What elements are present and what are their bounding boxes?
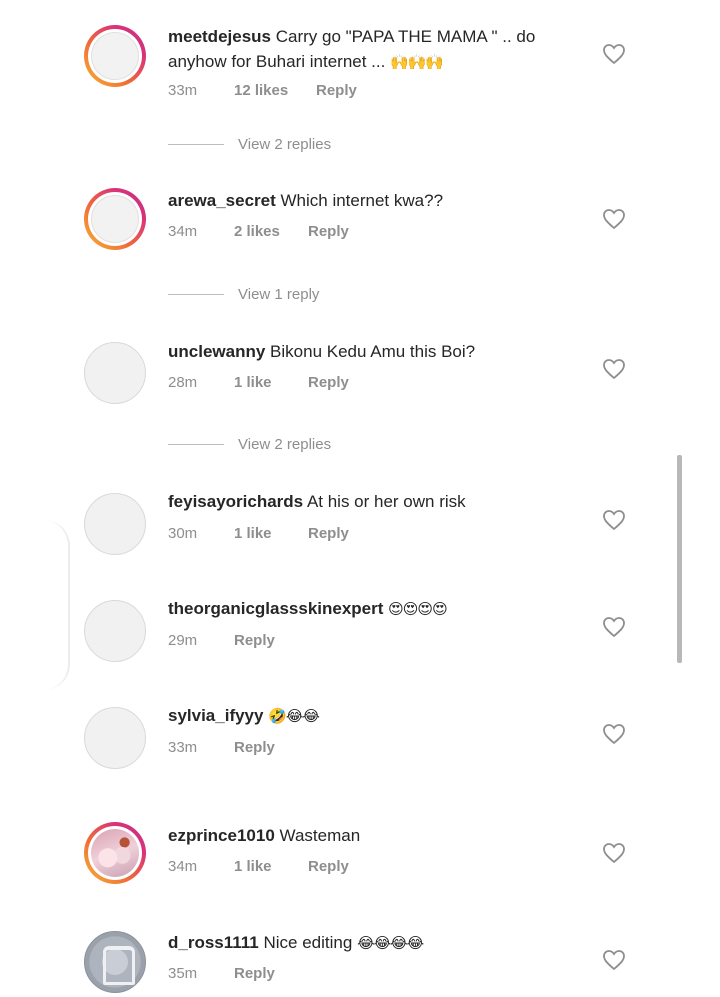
comment-text-block: meetdejesus Carry go "PAPA THE MAMA " ..… [168, 24, 568, 75]
view-replies-label: View 1 reply [238, 286, 320, 303]
comment-meta: 33m Reply [168, 739, 275, 756]
avatar[interactable] [84, 707, 146, 769]
comment-meta: 30m 1 like Reply [168, 525, 349, 542]
heart-outline-icon[interactable] [602, 43, 626, 65]
comment-body: Wasteman [279, 826, 361, 845]
panel-edge [40, 520, 70, 690]
reply-button[interactable]: Reply [308, 223, 349, 240]
comment-emoji: 🤣😂😂 [268, 707, 320, 725]
comment-text-block: theorganicglassskinexpert 😍😍😍😍 [168, 596, 568, 622]
comment-username[interactable]: sylvia_ifyyy [168, 706, 263, 725]
comment-time: 30m [168, 525, 198, 542]
comment-username[interactable]: meetdejesus [168, 27, 271, 46]
view-replies-button[interactable]: View 2 replies [168, 136, 331, 153]
comment-time: 29m [168, 632, 198, 649]
view-replies-label: View 2 replies [238, 436, 332, 453]
comment-time: 35m [168, 965, 198, 982]
comment-body: Nice editing [263, 933, 358, 952]
heart-outline-icon[interactable] [602, 723, 626, 745]
comment-emoji: 😍😍😍😍 [388, 600, 448, 618]
comment-username[interactable]: arewa_secret [168, 191, 276, 210]
reply-button[interactable]: Reply [316, 82, 357, 99]
comment-meta: 34m 1 like Reply [168, 858, 349, 875]
avatar[interactable] [84, 822, 146, 884]
avatar[interactable] [84, 931, 146, 993]
avatar[interactable] [84, 600, 146, 662]
comment-meta: 28m 1 like Reply [168, 374, 349, 391]
avatar[interactable] [84, 342, 146, 404]
heart-outline-icon[interactable] [602, 358, 626, 380]
comment-likes[interactable]: 1 like [234, 374, 308, 391]
view-replies-label: View 2 replies [238, 136, 332, 153]
comment-username[interactable]: ezprince1010 [168, 826, 275, 845]
heart-outline-icon[interactable] [602, 949, 626, 971]
comment-likes[interactable]: 12 likes [234, 82, 316, 99]
comment-meta: 35m Reply [168, 965, 275, 982]
comment-likes[interactable]: 1 like [234, 525, 308, 542]
reply-button[interactable]: Reply [234, 965, 275, 982]
comment-likes[interactable]: 1 like [234, 858, 308, 875]
comment-text-block: d_ross1111 Nice editing 😂😂😂😂 [168, 930, 568, 956]
heart-outline-icon[interactable] [602, 842, 626, 864]
comment-text-block: feyisayorichards At his or her own risk [168, 489, 568, 514]
comment-body: Which internet kwa?? [280, 191, 444, 210]
comment-likes[interactable]: 2 likes [234, 223, 308, 240]
comment-time: 33m [168, 82, 198, 99]
comment-text-block: arewa_secret Which internet kwa?? [168, 188, 568, 213]
comment-emoji: 🙌🙌🙌 [390, 53, 444, 71]
heart-outline-icon[interactable] [602, 208, 626, 230]
comment-body: At his or her own risk [306, 492, 466, 511]
comment-meta: 33m 12 likes Reply [168, 82, 357, 99]
comment-emoji: 😂😂😂😂 [357, 934, 424, 952]
view-replies-button[interactable]: View 1 reply [168, 286, 319, 303]
reply-button[interactable]: Reply [234, 632, 275, 649]
comment-time: 34m [168, 223, 198, 240]
reply-button[interactable]: Reply [234, 739, 275, 756]
comment-time: 34m [168, 858, 198, 875]
comment-username[interactable]: feyisayorichards [168, 492, 303, 511]
reply-button[interactable]: Reply [308, 374, 349, 391]
comment-body: Bikonu Kedu Amu this Boi? [270, 342, 476, 361]
heart-outline-icon[interactable] [602, 509, 626, 531]
comment-text-block: unclewanny Bikonu Kedu Amu this Boi? [168, 339, 568, 364]
comment-username[interactable]: theorganicglassskinexpert [168, 599, 383, 618]
view-replies-button[interactable]: View 2 replies [168, 436, 331, 453]
comment-meta: 29m Reply [168, 632, 275, 649]
reply-button[interactable]: Reply [308, 858, 349, 875]
scrollbar[interactable] [677, 455, 682, 663]
comment-time: 33m [168, 739, 198, 756]
avatar[interactable] [84, 188, 146, 250]
comment-text-block: sylvia_ifyyy 🤣😂😂 [168, 703, 568, 729]
avatar[interactable] [84, 25, 146, 87]
comment-meta: 34m 2 likes Reply [168, 223, 349, 240]
comment-username[interactable]: unclewanny [168, 342, 265, 361]
heart-outline-icon[interactable] [602, 616, 626, 638]
comment-time: 28m [168, 374, 198, 391]
comment-username[interactable]: d_ross1111 [168, 933, 259, 952]
avatar[interactable] [84, 493, 146, 555]
reply-button[interactable]: Reply [308, 525, 349, 542]
comment-text-block: ezprince1010 Wasteman [168, 823, 568, 848]
